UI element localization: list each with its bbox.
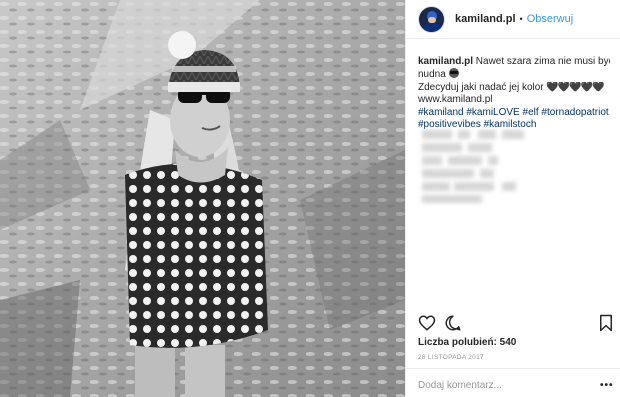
sunglasses-emoji-icon <box>448 68 459 79</box>
hashtag-link[interactable]: #tornadopatriot <box>541 107 608 118</box>
follow-button[interactable]: Obserwuj <box>527 13 573 25</box>
post-date: 28 LISTOPADA 2017 <box>418 354 484 361</box>
caption-line2: nudna <box>418 69 446 81</box>
likes-count[interactable]: Liczba polubień: 540 <box>418 337 516 348</box>
post-header: kamiland.pl • Obserwuj <box>406 0 620 39</box>
header-username[interactable]: kamiland.pl <box>455 13 516 25</box>
caption-website: www.kamiland.pl <box>418 94 493 106</box>
hashtag-link[interactable]: #kamiland <box>418 107 464 118</box>
caption-line3: Zdecyduj jaki nadać jej kolor <box>418 81 544 93</box>
heart-icon[interactable] <box>418 314 436 332</box>
hashtag-link[interactable]: #kamiLOVE <box>466 107 519 118</box>
post-photo[interactable] <box>0 0 405 397</box>
comment-input[interactable]: Dodaj komentarz... <box>418 380 502 391</box>
caption-line1: Nawet szara zima nie musi być <box>475 56 610 67</box>
more-options-button[interactable]: ••• <box>600 380 614 391</box>
likes-label: Liczba polubień: <box>418 337 497 348</box>
caption-username[interactable]: kamiland.pl <box>418 56 473 67</box>
post-actions <box>418 314 614 334</box>
post-caption: kamiland.pl Nawet szara zima nie musi by… <box>406 39 620 131</box>
hashtag-link[interactable]: #positivevibes <box>418 119 481 130</box>
likes-number: 540 <box>499 337 517 348</box>
divider <box>405 368 620 369</box>
post-photo-image <box>0 0 405 397</box>
avatar[interactable] <box>418 5 445 33</box>
hashtag-link[interactable]: #elf <box>523 107 539 118</box>
hashtag-link[interactable]: #kamilstoch <box>484 119 537 130</box>
bookmark-icon[interactable] <box>598 314 614 332</box>
blurred-comments <box>418 130 528 204</box>
comment-icon[interactable] <box>444 314 462 332</box>
hearts-emoji-icon: 🖤🖤🖤🖤🖤 <box>546 81 604 93</box>
header-separator: • <box>519 14 523 24</box>
